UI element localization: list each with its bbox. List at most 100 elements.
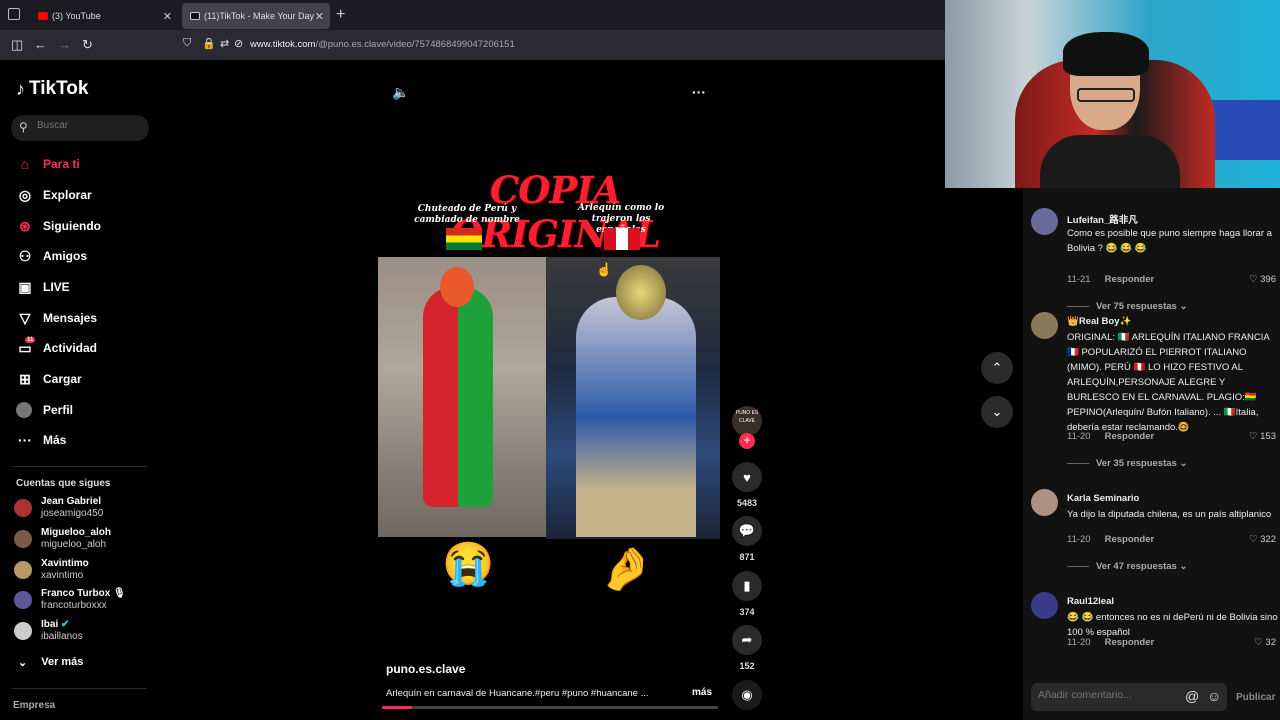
comment-like[interactable]: ♡ 153 — [1249, 431, 1276, 442]
url-domain: www.tiktok.com — [250, 39, 316, 50]
permissions-icon[interactable]: ⇄ — [220, 37, 229, 50]
sidebar-item-label: Siguiendo — [43, 219, 101, 233]
avatar[interactable] — [1031, 312, 1058, 339]
reply-button[interactable]: Responder — [1105, 637, 1155, 648]
tab-list-icon[interactable] — [8, 8, 20, 20]
close-icon[interactable]: ✕ — [163, 10, 172, 23]
author-avatar[interactable]: PUNO ES CLAVE — [732, 406, 762, 436]
more-description-button[interactable]: más — [692, 687, 712, 698]
back-icon[interactable]: ← — [34, 37, 47, 52]
following-item[interactable]: Migueloo_aloh migueloo_aloh — [14, 525, 111, 553]
search-icon: ⚲ — [19, 120, 28, 134]
lock-icon[interactable]: 🔒 — [202, 37, 216, 50]
tracking-icon[interactable]: ⊘ — [234, 37, 243, 50]
comment-item: Raul12leal 😂 😂 entonces no es ni dePerú … — [1031, 592, 1278, 672]
reply-button[interactable]: Responder — [1105, 534, 1155, 545]
mention-icon[interactable]: @ — [1185, 688, 1199, 704]
sidebar-item-label: Más — [43, 433, 67, 447]
see-more-button[interactable]: ⌄ Ver más — [18, 656, 83, 669]
avatar[interactable] — [1031, 592, 1058, 619]
comment-icon[interactable]: 💬 — [732, 516, 762, 546]
comment-input[interactable] — [1038, 689, 1178, 701]
music-disc-icon[interactable]: ◉ — [732, 680, 762, 710]
comment-input-box[interactable]: @ ☺ — [1031, 683, 1227, 711]
following-item[interactable]: Ibai ✔ ibaillanos — [14, 617, 83, 645]
following-item[interactable]: Franco Turbox 🎙 francoturboxxx — [14, 586, 126, 614]
bookmark-icon[interactable]: ▮ — [732, 571, 762, 601]
following-name: Xavintimo — [41, 558, 89, 569]
follow-plus-button[interactable]: + — [739, 433, 755, 449]
avatar[interactable] — [1031, 489, 1058, 516]
reload-icon[interactable]: ↻ — [82, 37, 93, 53]
reply-button[interactable]: Responder — [1105, 431, 1155, 442]
search-input[interactable] — [37, 120, 137, 131]
sidebar-item-siguiendo[interactable]: ⊛ Siguiendo — [16, 216, 101, 236]
following-username: migueloo_aloh — [41, 539, 107, 550]
sidebar-item-actividad[interactable]: ▭ 11 Actividad — [16, 336, 98, 358]
heart-icon[interactable]: ♥ — [732, 462, 762, 492]
following-icon: ⊛ — [19, 217, 31, 234]
url-bar[interactable]: www.tiktok.com/@puno.es.clave/video/7574… — [250, 39, 515, 50]
comment-date: 11-20 — [1067, 534, 1091, 545]
tiktok-sidebar: ♪ TikTok ⚲ ⌂ Para ti ◎ Explorar ⊛ Siguie… — [0, 60, 160, 720]
share-icon[interactable]: ➦ — [732, 625, 762, 655]
sidebar-toggle-icon[interactable]: ◫ — [11, 37, 23, 53]
notification-badge: 11 — [25, 336, 36, 343]
video-caption-left: Chuteado de Perú y cambiado de nombre — [414, 204, 520, 225]
more-options-icon[interactable]: ··· — [692, 84, 706, 100]
comment-like-count: 32 — [1265, 637, 1276, 648]
sidebar-item-mas[interactable]: ··· Más — [16, 430, 66, 450]
comment-author[interactable]: Karla Seminario — [1067, 493, 1139, 504]
footer-empresa-link[interactable]: Empresa — [13, 700, 55, 711]
comment-like[interactable]: ♡ 322 — [1249, 534, 1276, 545]
sidebar-item-label: Mensajes — [43, 311, 98, 325]
sidebar-item-label: LIVE — [43, 280, 70, 294]
new-tab-button[interactable]: + — [336, 6, 345, 24]
tab-label: (11)TikTok - Make Your Day — [204, 11, 315, 21]
comment-author[interactable]: Raul12leal — [1067, 596, 1114, 607]
view-replies-button[interactable]: Ver 47 respuestas ⌄ — [1067, 561, 1187, 572]
avatar[interactable] — [1031, 208, 1058, 235]
comment-author[interactable]: Lufeifan_路非凡 — [1067, 212, 1138, 226]
forward-icon[interactable]: → — [58, 37, 71, 52]
webcam-overlay — [945, 0, 1280, 188]
music-disc[interactable]: ◉ — [732, 680, 762, 710]
tab-tiktok[interactable]: (11)TikTok - Make Your Day ✕ — [182, 3, 330, 29]
volume-icon[interactable]: 🔈 — [392, 84, 409, 101]
tab-youtube[interactable]: (3) YouTube ✕ — [30, 3, 178, 29]
comment-like[interactable]: ♡ 396 — [1249, 274, 1276, 285]
reply-button[interactable]: Responder — [1105, 274, 1155, 285]
publish-button[interactable]: Publicar — [1236, 692, 1275, 703]
following-username: francoturboxxx — [41, 600, 107, 611]
next-video-button[interactable]: ⌄ — [981, 396, 1013, 428]
shield-icon[interactable]: ⛉ — [183, 37, 191, 50]
search-box[interactable]: ⚲ — [11, 115, 149, 141]
emoji-icon[interactable]: ☺ — [1207, 688, 1221, 704]
comment-action[interactable]: 💬 871 — [732, 516, 762, 562]
view-replies-button[interactable]: Ver 35 respuestas ⌄ — [1067, 458, 1187, 469]
sidebar-item-explorar[interactable]: ◎ Explorar — [16, 185, 92, 205]
sidebar-item-amigos[interactable]: ⚇ Amigos — [16, 246, 87, 266]
sidebar-item-cargar[interactable]: ⊞ Cargar — [16, 369, 82, 389]
harlequin-costume — [576, 297, 696, 537]
close-icon[interactable]: ✕ — [315, 10, 324, 23]
following-item[interactable]: Xavintimo xavintimo — [14, 556, 89, 584]
sidebar-item-mensajes[interactable]: ▽ Mensajes — [16, 308, 97, 328]
comment-like[interactable]: ♡ 32 — [1254, 637, 1276, 648]
send-icon: ▽ — [19, 309, 31, 326]
sidebar-item-live[interactable]: ▣ LIVE — [16, 277, 70, 297]
following-item[interactable]: Jean Gabriel joseamigo450 — [14, 494, 103, 522]
sidebar-item-label: Amigos — [43, 249, 88, 263]
save-action[interactable]: ▮ 374 — [732, 571, 762, 617]
tiktok-logo[interactable]: ♪ TikTok — [16, 78, 88, 100]
comment-author[interactable]: 👑Real Boy✨ — [1067, 316, 1131, 327]
sidebar-item-perfil[interactable]: Perfil — [16, 400, 73, 420]
view-replies-button[interactable]: Ver 75 respuestas ⌄ — [1067, 301, 1187, 312]
like-action[interactable]: ♥ 5483 — [732, 462, 762, 508]
video-author[interactable]: puno.es.clave — [386, 662, 465, 676]
sidebar-item-label: Actividad — [43, 341, 98, 355]
video-progress-bar[interactable] — [382, 706, 718, 709]
previous-video-button[interactable]: ⌃ — [981, 352, 1013, 384]
share-action[interactable]: ➦ 152 — [732, 625, 762, 671]
sidebar-item-para-ti[interactable]: ⌂ Para ti — [16, 154, 80, 174]
